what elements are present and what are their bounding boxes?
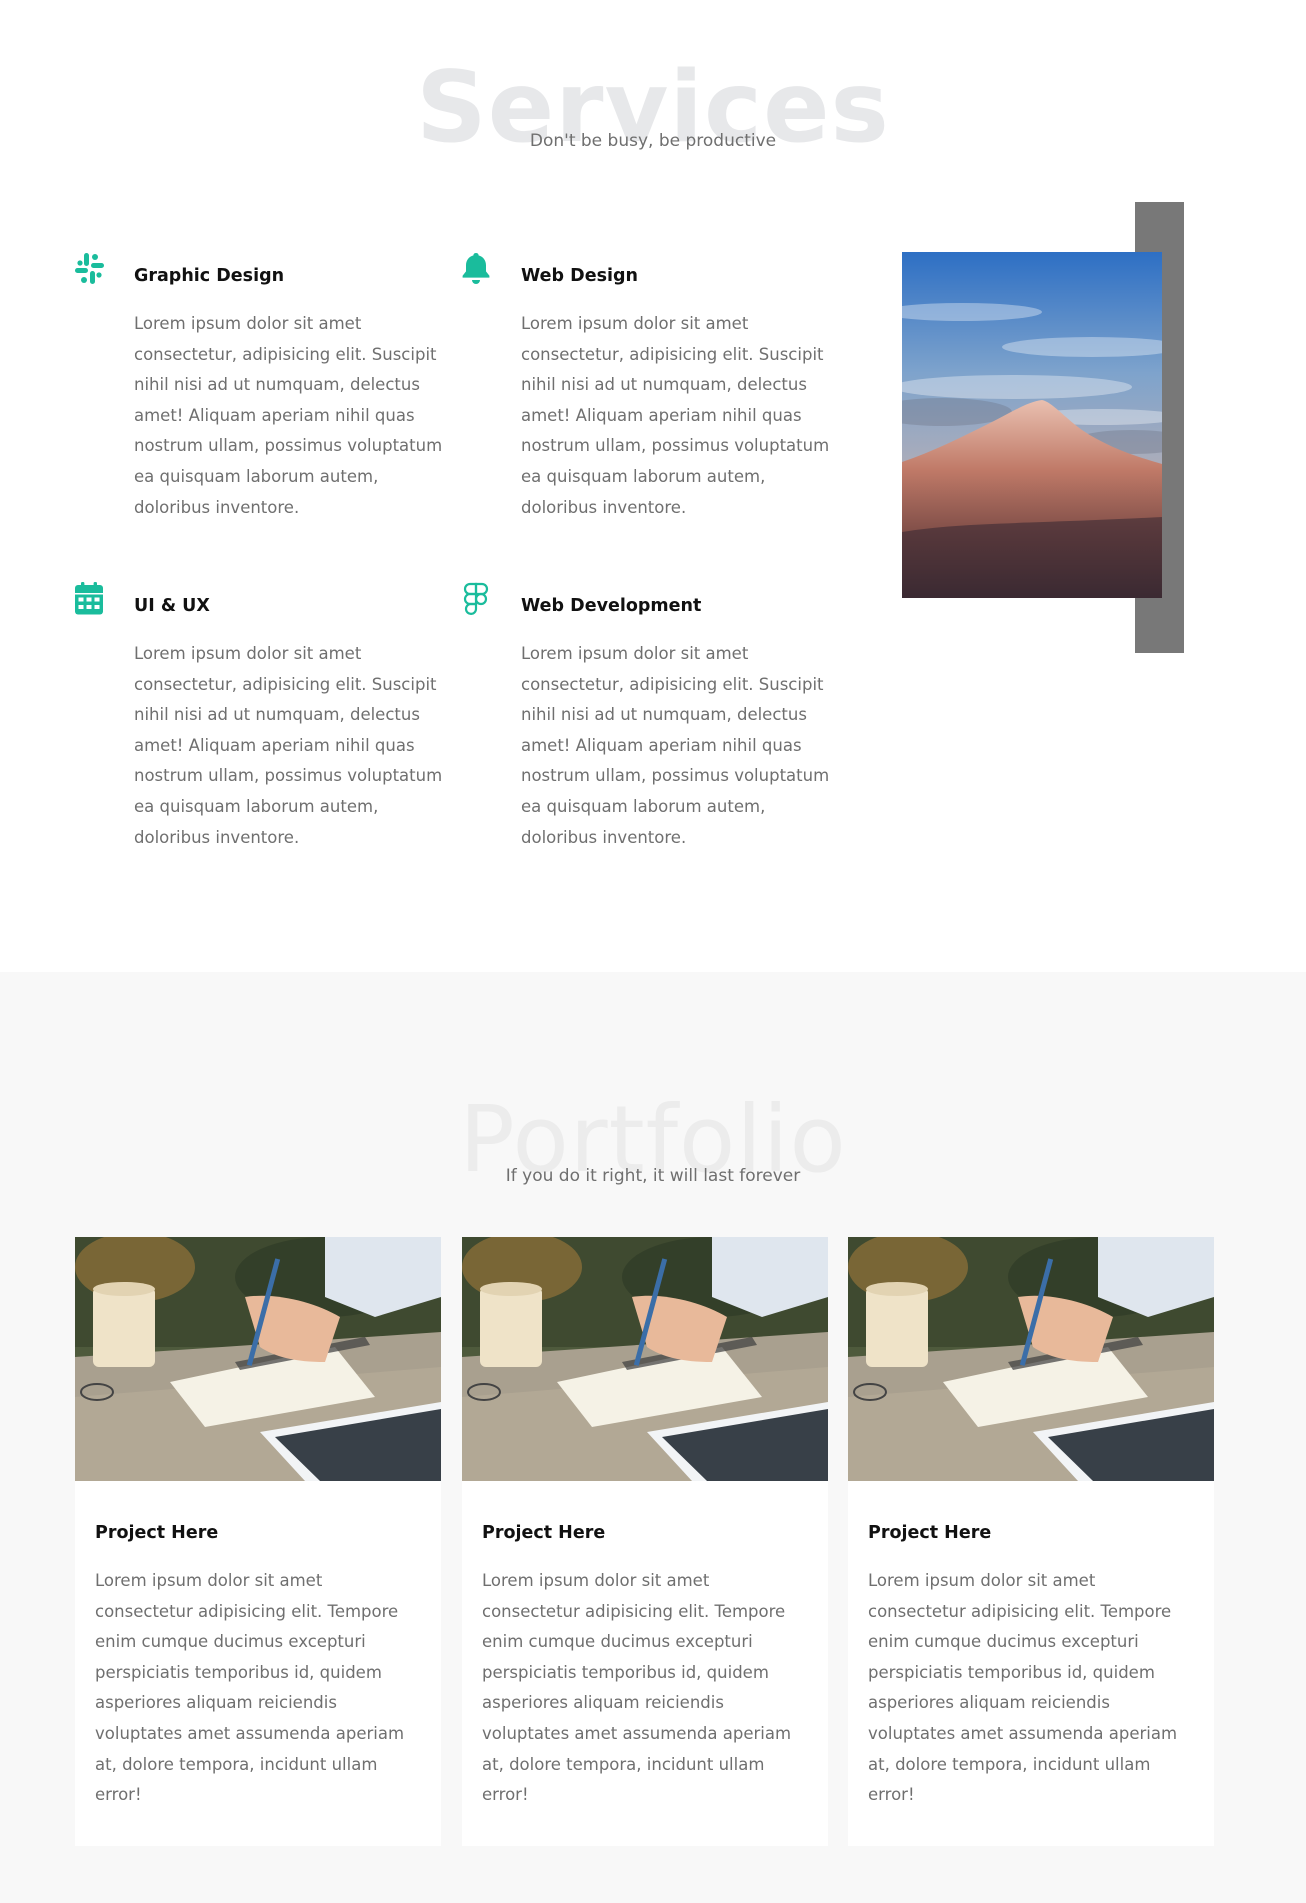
card-title: Project Here xyxy=(868,1523,992,1543)
mountain-photo xyxy=(902,252,1162,598)
portfolio-card[interactable]: Project Here Lorem ipsum dolor sit amet … xyxy=(848,1237,1214,1846)
bell-icon xyxy=(462,253,490,284)
service-description: Lorem ipsum dolor sit amet consectetur, … xyxy=(521,644,830,847)
card-title: Project Here xyxy=(95,1523,219,1543)
portfolio-card[interactable]: Project Here Lorem ipsum dolor sit amet … xyxy=(462,1237,828,1846)
service-description: Lorem ipsum dolor sit amet consectetur, … xyxy=(134,314,443,517)
card-description: Lorem ipsum dolor sit amet consectetur a… xyxy=(868,1571,1178,1805)
notebook-writing-photo xyxy=(848,1237,1214,1481)
card-title: Project Here xyxy=(482,1523,606,1543)
notebook-writing-photo xyxy=(75,1237,441,1481)
portfolio-card[interactable]: Project Here Lorem ipsum dolor sit amet … xyxy=(75,1237,441,1846)
notebook-writing-photo xyxy=(462,1237,828,1481)
card-description: Lorem ipsum dolor sit amet consectetur a… xyxy=(482,1571,792,1805)
services-section: Services Don't be busy, be productive Gr… xyxy=(0,0,1306,972)
service-description: Lorem ipsum dolor sit amet consectetur, … xyxy=(134,644,443,847)
service-title: Graphic Design xyxy=(134,266,285,286)
portfolio-subtitle: If you do it right, it will last forever xyxy=(505,1166,801,1186)
services-subtitle: Don't be busy, be productive xyxy=(529,131,777,151)
service-title: Web Development xyxy=(521,596,702,616)
service-title: UI & UX xyxy=(134,596,210,616)
card-description: Lorem ipsum dolor sit amet consectetur a… xyxy=(95,1571,405,1805)
service-description: Lorem ipsum dolor sit amet consectetur, … xyxy=(521,314,830,517)
slack-icon xyxy=(75,253,104,284)
calendar-icon xyxy=(75,582,103,615)
figma-icon xyxy=(463,582,489,615)
service-title: Web Design xyxy=(521,266,638,286)
